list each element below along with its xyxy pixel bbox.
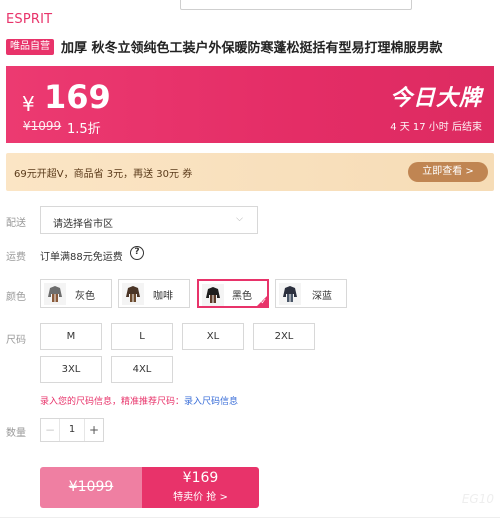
divider	[0, 517, 500, 518]
region-select[interactable]: 请选择省市区 ⌵	[40, 206, 258, 234]
color-option-grey[interactable]: 灰色	[40, 279, 112, 308]
buy-original-price: ¥1099	[68, 479, 114, 495]
brand-name[interactable]: ESPRIT	[6, 12, 52, 27]
color-option-navy[interactable]: 深蓝	[275, 279, 347, 308]
watermark: EG10	[461, 492, 494, 506]
delivery-label: 配送	[6, 218, 26, 229]
buy-now-button[interactable]: ¥169 特卖价 抢 >	[142, 467, 259, 508]
product-thumbnail-icon	[122, 283, 144, 305]
color-name: 深蓝	[312, 291, 332, 302]
currency-symbol: ¥	[22, 92, 35, 116]
buy-price: ¥169	[182, 470, 219, 486]
check-icon: ✓	[260, 297, 267, 306]
color-name: 咖啡	[153, 291, 173, 302]
quantity-label: 数量	[6, 428, 26, 439]
color-name: 黑色	[232, 291, 252, 302]
product-title: 加厚 秋冬立领纯色工装户外保暖防寒蓬松挺括有型易打理棉服男款	[61, 41, 443, 56]
shipping-info: 订单满88元免运费	[40, 252, 123, 263]
size-hint-text: 录入您的尺码信息，精准推荐尺码：	[40, 397, 185, 407]
buy-action-label: 特卖价 抢 >	[173, 492, 228, 503]
quantity-stepper[interactable]: − 1 +	[40, 418, 104, 442]
size-label: 尺码	[6, 335, 26, 346]
top-search-field[interactable]	[180, 0, 412, 10]
color-option-coffee[interactable]: 咖啡	[118, 279, 190, 308]
original-price-button[interactable]: ¥1099	[40, 467, 142, 508]
color-option-black-selected[interactable]: 黑色 ✓	[197, 279, 269, 308]
countdown-timer: 4 天 17 小时 后结束	[390, 122, 482, 133]
help-icon[interactable]: ?	[130, 246, 144, 260]
region-placeholder: 请选择省市区	[53, 219, 113, 230]
size-option-3xl[interactable]: 3XL	[40, 356, 102, 383]
decrease-button[interactable]: −	[41, 419, 60, 441]
quantity-value[interactable]: 1	[60, 419, 84, 441]
size-option-m[interactable]: M	[40, 323, 102, 350]
price-banner: ¥ 169 ¥1099 1.5折 今日大牌 4 天 17 小时 后结束	[6, 66, 494, 143]
discount-rate: 1.5折	[67, 122, 101, 137]
size-option-4xl[interactable]: 4XL	[111, 356, 173, 383]
increase-button[interactable]: +	[84, 419, 103, 441]
view-now-button[interactable]: 立即查看 >	[408, 162, 488, 182]
sale-price: 169	[44, 78, 111, 116]
chevron-down-icon: ⌵	[236, 214, 243, 224]
shipping-label: 运费	[6, 252, 26, 263]
buy-button-group[interactable]: ¥1099 ¥169 特卖价 抢 >	[40, 467, 259, 508]
size-option-2xl[interactable]: 2XL	[253, 323, 315, 350]
size-info-link[interactable]: 录入尺码信息	[184, 397, 238, 407]
original-price: ¥1099	[23, 119, 62, 133]
self-operated-badge: 唯品自营	[6, 38, 54, 55]
color-label: 颜色	[6, 292, 26, 303]
size-recommendation-hint: 录入您的尺码信息，精准推荐尺码：录入尺码信息	[40, 394, 238, 407]
product-thumbnail-icon	[279, 283, 301, 305]
promo-bar: 69元开超V，商品省 3元，再送 30元 券 立即查看 >	[6, 153, 494, 191]
product-title-row: 唯品自营 加厚 秋冬立领纯色工装户外保暖防寒蓬松挺括有型易打理棉服男款	[6, 37, 443, 56]
size-option-xl[interactable]: XL	[182, 323, 244, 350]
color-name: 灰色	[75, 291, 95, 302]
product-thumbnail-icon	[44, 283, 66, 305]
promo-text: 69元开超V，商品省 3元，再送 30元 券	[14, 169, 193, 180]
product-thumbnail-icon	[202, 284, 224, 306]
event-title: 今日大牌	[389, 86, 482, 111]
size-option-l[interactable]: L	[111, 323, 173, 350]
